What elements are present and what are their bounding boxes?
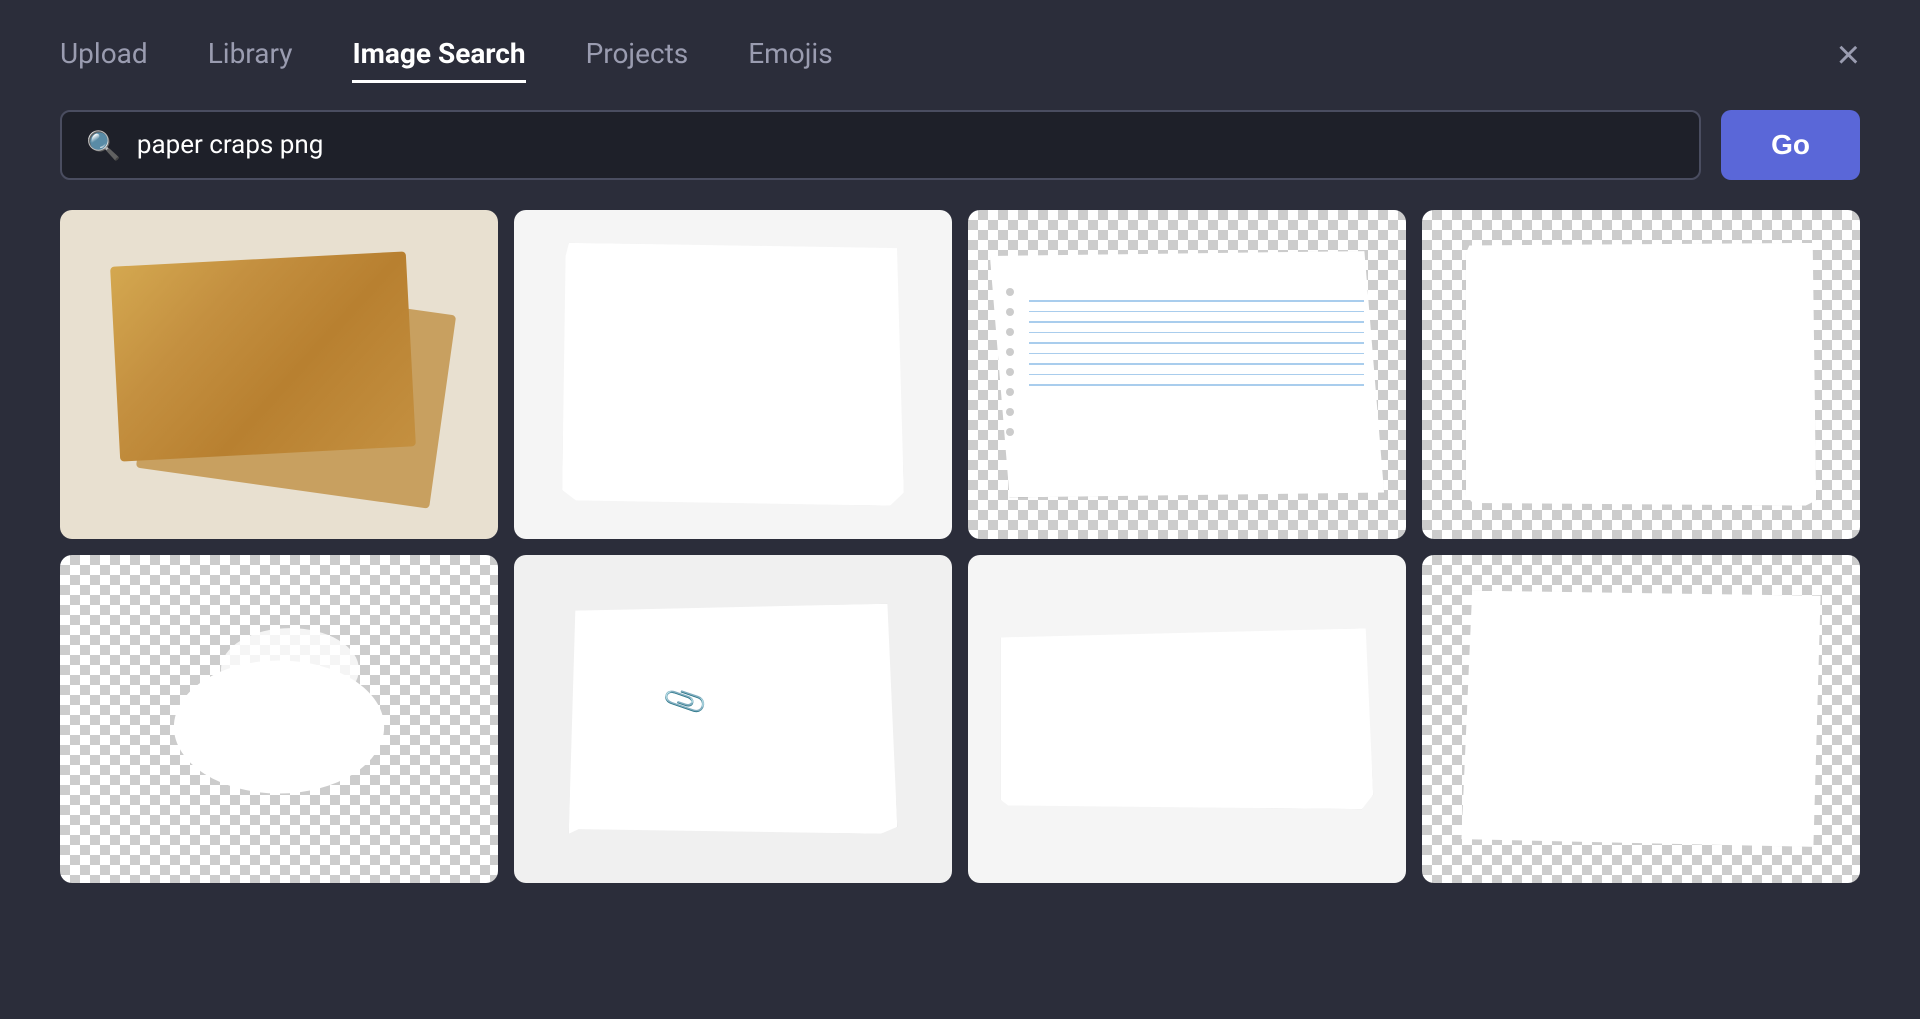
image-result-7[interactable] [968,555,1406,884]
header: Upload Library Image Search Projects Emo… [0,0,1920,110]
spiral-hole [1006,368,1014,376]
torn-paper3-illustration [1461,591,1820,847]
paper-line [1029,342,1364,344]
spiral-hole [1006,348,1014,356]
parchment-illustration [115,259,444,489]
spiral-hole [1006,388,1014,396]
torn-paper-illustration [562,243,904,506]
paper-line [1029,300,1364,302]
paperclip-icon: 📎 [661,677,711,726]
paper-line [1029,332,1364,334]
close-button[interactable]: × [1837,35,1860,75]
image-result-4[interactable] [1422,210,1860,539]
go-button[interactable]: Go [1721,110,1860,180]
lined-paper-lines [1029,300,1364,460]
nav-tabs: Upload Library Image Search Projects Emo… [60,27,833,83]
torn-rect-illustration [1001,628,1373,809]
image-result-5[interactable] [60,555,498,884]
paper-line [1029,321,1364,323]
search-bar: 🔍 Go [0,110,1920,180]
tab-image-search[interactable]: Image Search [352,27,525,83]
tab-upload[interactable]: Upload [60,27,148,83]
lined-paper-illustration [990,251,1384,497]
search-input-wrapper: 🔍 [60,110,1701,180]
spiral-hole [1006,308,1014,316]
tab-library[interactable]: Library [208,27,293,83]
image-result-2[interactable] [514,210,952,539]
image-result-8[interactable] [1422,555,1860,884]
images-grid: 📎 [0,210,1920,883]
spiral-hole [1006,288,1014,296]
parchment-front-layer [110,252,415,463]
paper-line [1029,363,1364,365]
spiral-holes [1006,288,1014,460]
spiral-hole [1006,408,1014,416]
spiral-hole [1006,328,1014,336]
image-result-3[interactable] [968,210,1406,539]
tab-emojis[interactable]: Emojis [748,27,832,83]
search-input[interactable] [137,130,1675,160]
spiral-hole [1006,428,1014,436]
torn-pieces-container [60,555,498,884]
image-result-6[interactable]: 📎 [514,555,952,884]
paper-line [1029,384,1364,386]
paper-clip-illustration: 📎 [569,604,898,834]
torn-paper2-illustration [1466,243,1816,506]
paper-line [1029,353,1364,355]
paper-line [1029,311,1364,313]
search-icon: 🔍 [86,129,121,162]
paper-line [1029,374,1364,376]
tab-projects[interactable]: Projects [586,27,689,83]
image-result-1[interactable] [60,210,498,539]
